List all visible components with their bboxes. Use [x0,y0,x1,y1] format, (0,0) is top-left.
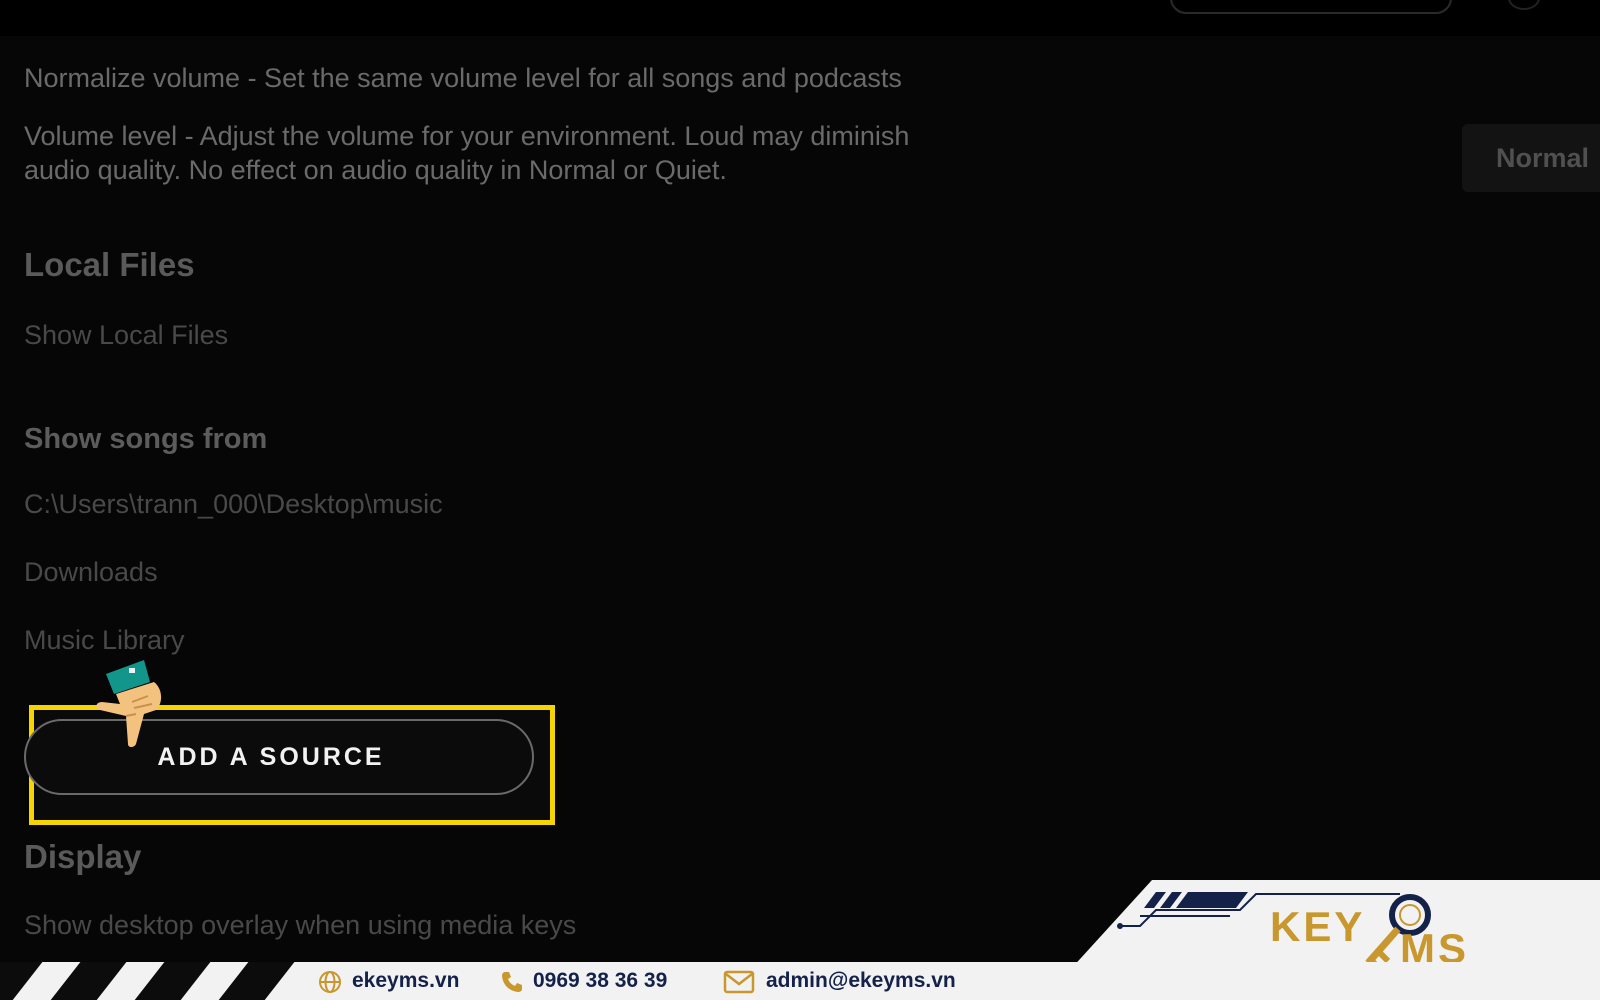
normalize-volume-label: Normalize volume - Set the same volume l… [24,63,902,93]
mail-icon [723,970,755,994]
footer-website[interactable]: ekeyms.vn [352,962,459,1000]
local-files-heading: Local Files [24,246,195,283]
brand-text-key: KEY [1270,903,1366,950]
volume-level-select[interactable]: Normal [1462,124,1600,192]
volume-level-label-line2: audio quality. No effect on audio qualit… [24,155,727,185]
footer-stripes [0,962,310,1000]
volume-level-label-line1: Volume level - Adjust the volume for you… [24,121,910,151]
settings-page: Normalize volume - Set the same volume l… [0,0,1600,1000]
phone-icon [502,972,522,992]
source-item: Music Library [24,625,185,655]
footer-email[interactable]: admin@ekeyms.vn [766,962,956,1000]
show-songs-from-heading: Show songs from [24,423,268,455]
footer-phone[interactable]: 0969 38 36 39 [533,962,667,1000]
top-bar [0,0,1600,36]
display-heading: Display [24,838,142,875]
hand-pointer-icon [96,660,162,747]
globe-icon [319,971,341,993]
show-overlay-label: Show desktop overlay when using media ke… [24,910,577,940]
show-local-files-label: Show Local Files [24,320,229,350]
top-avatar[interactable] [1508,0,1540,10]
add-source-label: ADD A SOURCE [157,743,385,771]
source-item: C:\Users\trann_000\Desktop\music [24,489,443,519]
top-search-pill[interactable] [1170,0,1452,14]
source-item: Downloads [24,557,158,587]
